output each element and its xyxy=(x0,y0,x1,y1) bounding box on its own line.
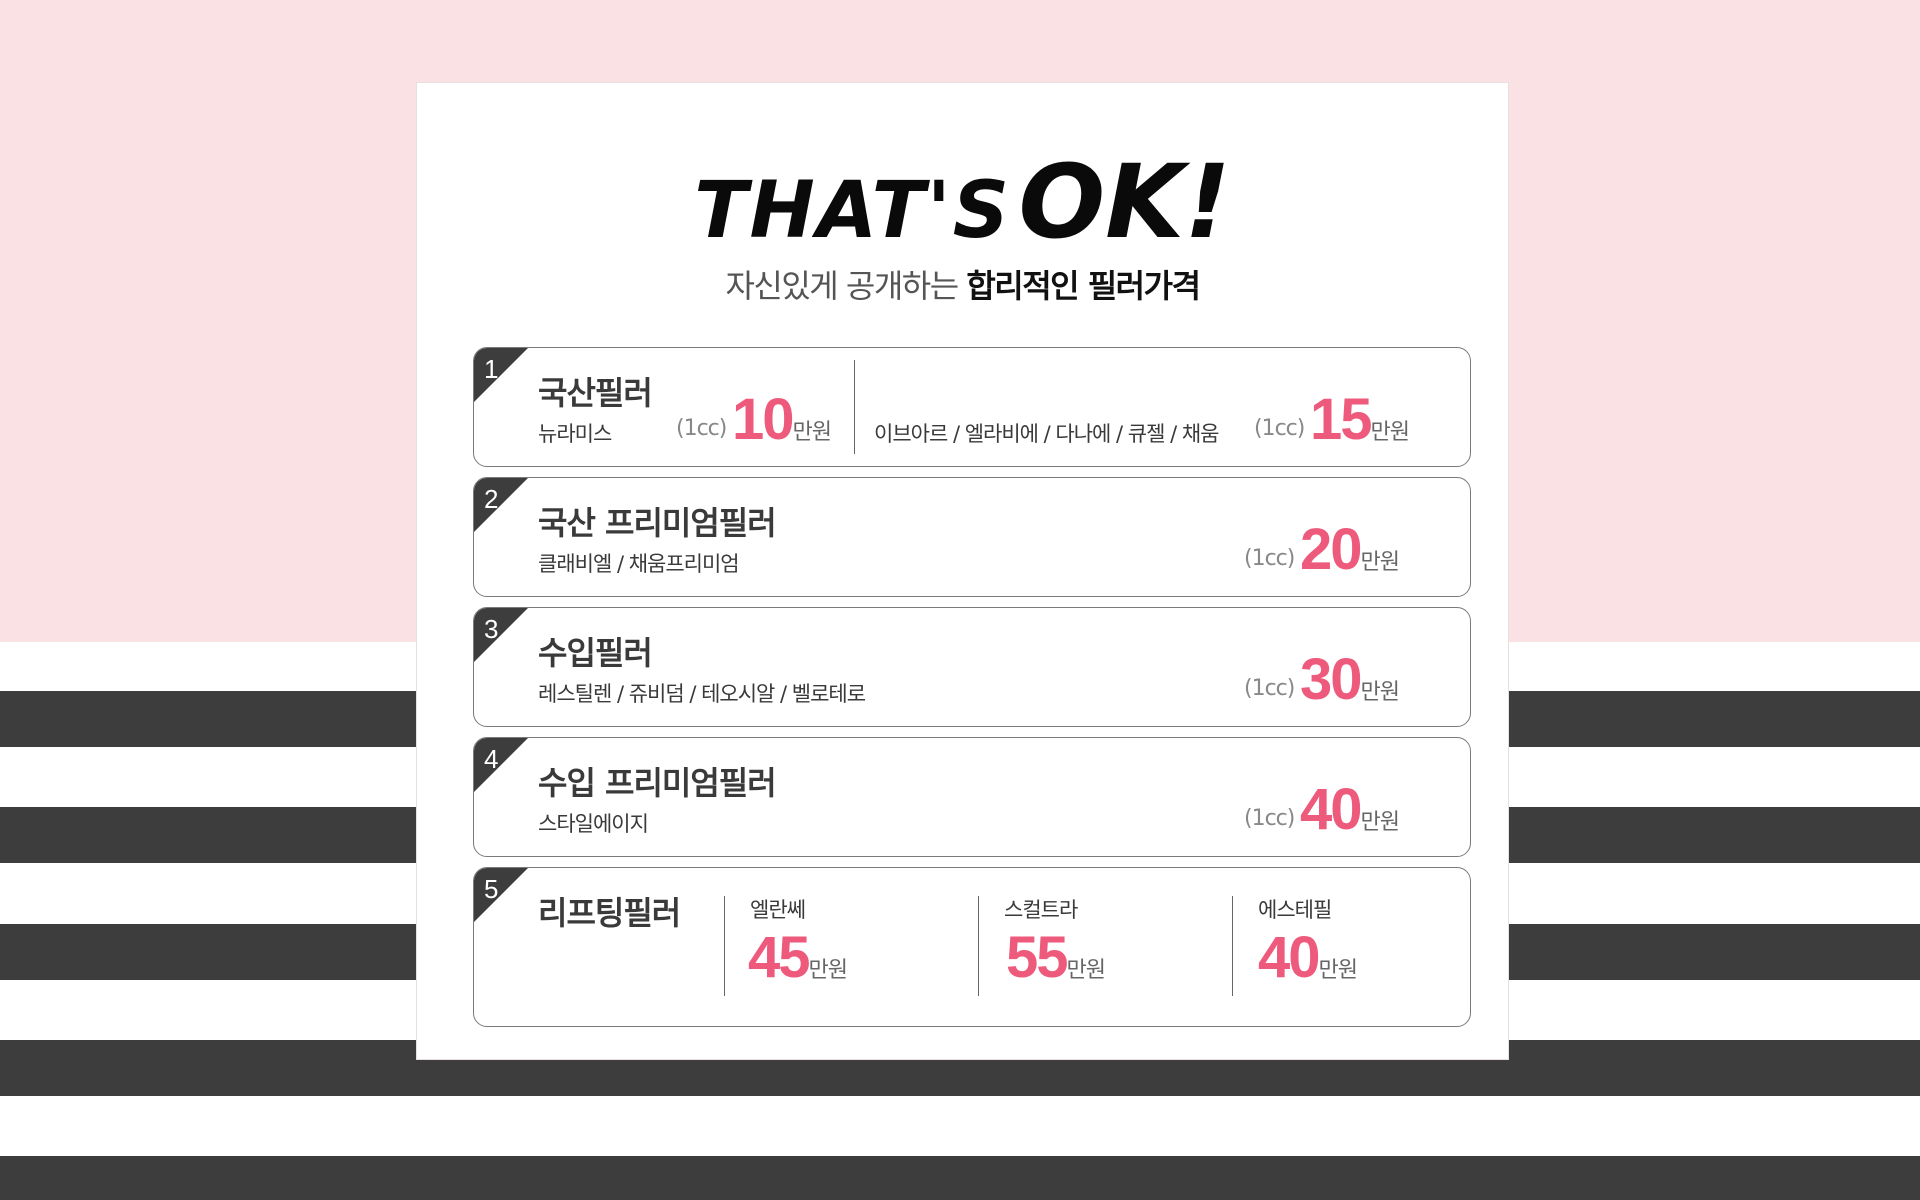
row-title: 국산필러 xyxy=(538,374,653,412)
cc-label: (1cc) xyxy=(1244,546,1295,571)
price-row-4: 4 수입 프리미엄필러 스타일에이지 (1cc) 40만원 xyxy=(473,737,1471,857)
row-number: 2 xyxy=(484,484,499,514)
price-value: 10 xyxy=(732,387,794,452)
row-title: 수입필러 xyxy=(538,634,653,672)
price: 10만원 xyxy=(732,386,832,453)
background-stripe xyxy=(0,1156,1920,1200)
price-value: 30 xyxy=(1300,647,1362,712)
row-number: 3 xyxy=(484,614,499,644)
option-name: 엘란쎄 xyxy=(750,898,806,922)
row-brands: 이브아르 / 엘라비에 / 다나에 / 큐젤 / 채움 xyxy=(874,422,1220,446)
divider xyxy=(1232,896,1233,996)
price: 40만원 xyxy=(1300,776,1400,843)
price-value: 40 xyxy=(1258,925,1320,990)
divider xyxy=(724,896,725,996)
price-unit: 만원 xyxy=(792,420,832,445)
row-brands: 뉴라미스 xyxy=(538,422,612,446)
divider xyxy=(854,360,855,454)
number-corner xyxy=(474,478,529,533)
number-corner xyxy=(474,868,529,923)
price-unit: 만원 xyxy=(1318,958,1358,983)
price: 30만원 xyxy=(1300,646,1400,713)
divider xyxy=(978,896,979,996)
number-corner xyxy=(474,608,529,663)
price-value: 45 xyxy=(748,925,810,990)
row-number: 4 xyxy=(484,744,499,774)
subtitle: 자신있게 공개하는 합리적인 필러가격 xyxy=(417,261,1508,307)
price-card: THAT'S OK! 자신있게 공개하는 합리적인 필러가격 1 국산필러 뉴라… xyxy=(416,82,1509,1060)
number-corner xyxy=(474,738,529,793)
price-unit: 만원 xyxy=(1066,958,1106,983)
subtitle-normal: 자신있게 공개하는 xyxy=(725,267,967,305)
price-value: 55 xyxy=(1006,925,1068,990)
logo: THAT'S OK! xyxy=(417,143,1508,262)
row-brands: 스타일에이지 xyxy=(538,812,649,836)
cc-label: (1cc) xyxy=(1244,806,1295,831)
price: 45만원 xyxy=(748,924,848,991)
row-number: 1 xyxy=(484,354,499,384)
option-name: 스컬트라 xyxy=(1004,898,1078,922)
price: 15만원 xyxy=(1310,386,1410,453)
price-unit: 만원 xyxy=(1360,680,1400,705)
logo-part2: OK! xyxy=(1018,143,1231,262)
price-row-2: 2 국산 프리미엄필러 클래비엘 / 채움프리미엄 (1cc) 20만원 xyxy=(473,477,1471,597)
price: 40만원 xyxy=(1258,924,1358,991)
price-unit: 만원 xyxy=(1370,420,1410,445)
price-row-5: 5 리프팅필러 엘란쎄 45만원 스컬트라 55만원 에스테필 40만원 xyxy=(473,867,1471,1027)
price-unit: 만원 xyxy=(1360,810,1400,835)
subtitle-bold: 합리적인 필러가격 xyxy=(966,267,1201,305)
price-row-1: 1 국산필러 뉴라미스 (1cc) 10만원 이브아르 / 엘라비에 / 다나에… xyxy=(473,347,1471,467)
logo-part1: THAT'S xyxy=(694,166,1011,256)
price: 55만원 xyxy=(1006,924,1106,991)
price-value: 15 xyxy=(1310,387,1372,452)
price-unit: 만원 xyxy=(1360,550,1400,575)
cc-label: (1cc) xyxy=(1244,676,1295,701)
row-title: 수입 프리미엄필러 xyxy=(538,764,777,802)
row-title: 리프팅필러 xyxy=(538,894,681,932)
cc-label: (1cc) xyxy=(676,416,727,441)
price: 20만원 xyxy=(1300,516,1400,583)
number-corner xyxy=(474,348,529,403)
price-row-3: 3 수입필러 레스틸렌 / 쥬비덤 / 테오시알 / 벨로테로 (1cc) 30… xyxy=(473,607,1471,727)
row-brands: 클래비엘 / 채움프리미엄 xyxy=(538,552,740,576)
row-brands: 레스틸렌 / 쥬비덤 / 테오시알 / 벨로테로 xyxy=(538,682,866,706)
price-unit: 만원 xyxy=(808,958,848,983)
price-value: 40 xyxy=(1300,777,1362,842)
cc-label: (1cc) xyxy=(1254,416,1305,441)
row-number: 5 xyxy=(484,874,499,904)
row-title: 국산 프리미엄필러 xyxy=(538,504,777,542)
option-name: 에스테필 xyxy=(1258,898,1332,922)
price-value: 20 xyxy=(1300,517,1362,582)
